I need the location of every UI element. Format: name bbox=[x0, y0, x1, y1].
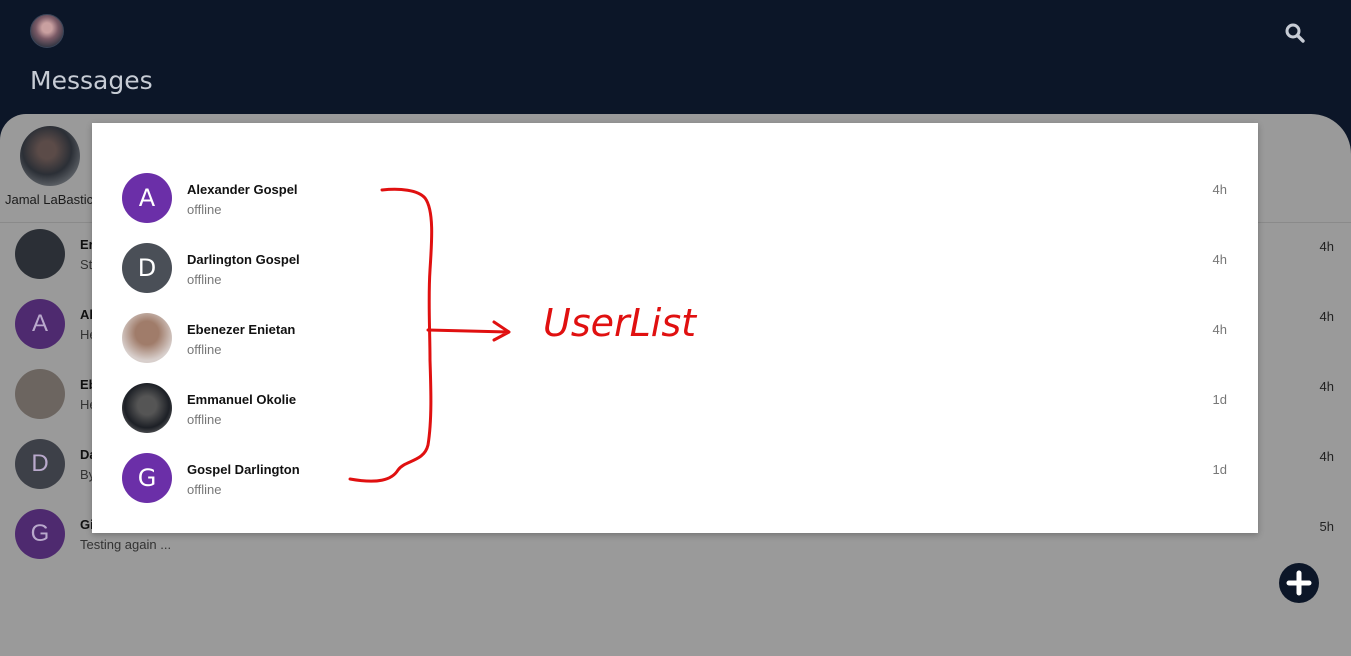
conversation-avatar: A bbox=[15, 299, 65, 349]
user-time: 1d bbox=[1212, 462, 1227, 477]
app-header: Messages bbox=[0, 0, 1351, 130]
user-list-item[interactable]: A Alexander Gospel offline 4h bbox=[92, 173, 1258, 243]
profile-avatar[interactable] bbox=[30, 14, 64, 48]
user-status: offline bbox=[187, 482, 222, 497]
user-status: offline bbox=[187, 272, 222, 287]
user-name: Ebenezer Enietan bbox=[187, 322, 296, 337]
conversation-preview: Testing again ... bbox=[80, 537, 172, 552]
user-list-item[interactable]: Emmanuel Okolie offline 1d bbox=[92, 383, 1258, 453]
conversation-avatar: G bbox=[15, 509, 65, 559]
conversation-time: 4h bbox=[1319, 379, 1334, 394]
conversation-avatar bbox=[15, 369, 65, 419]
story-name: Jamal LaBastic bbox=[5, 192, 94, 207]
user-status: offline bbox=[187, 342, 222, 357]
conversation-avatar: D bbox=[15, 439, 65, 489]
conversation-time: 4h bbox=[1319, 309, 1334, 324]
conversation-time: 5h bbox=[1319, 519, 1334, 534]
story-item[interactable]: Jamal LaBastic bbox=[0, 126, 100, 207]
user-list-item[interactable]: G Gospel Darlington offline 1d bbox=[92, 453, 1258, 523]
story-avatar bbox=[20, 126, 80, 186]
user-name: Alexander Gospel bbox=[187, 182, 298, 197]
user-avatar bbox=[122, 383, 172, 433]
user-time: 1d bbox=[1212, 392, 1227, 407]
user-name: Darlington Gospel bbox=[187, 252, 300, 267]
user-avatar: G bbox=[122, 453, 172, 503]
conversation-time: 4h bbox=[1319, 449, 1334, 464]
page-title: Messages bbox=[30, 66, 153, 95]
user-status: offline bbox=[187, 202, 222, 217]
user-avatar: D bbox=[122, 243, 172, 293]
conversation-preview: St bbox=[80, 257, 93, 272]
user-name: Emmanuel Okolie bbox=[187, 392, 297, 407]
conversation-time: 4h bbox=[1319, 239, 1334, 254]
user-time: 4h bbox=[1212, 252, 1227, 267]
user-time: 4h bbox=[1212, 182, 1227, 197]
user-list-item[interactable]: D Darlington Gospel offline 4h bbox=[92, 243, 1258, 313]
user-avatar bbox=[122, 313, 172, 363]
user-avatar: A bbox=[122, 173, 172, 223]
conversation-avatar bbox=[15, 229, 65, 279]
user-status: offline bbox=[187, 412, 222, 427]
search-icon[interactable] bbox=[1284, 22, 1306, 44]
user-list-item[interactable]: Ebenezer Enietan offline 4h bbox=[92, 313, 1258, 383]
new-message-button[interactable] bbox=[1279, 563, 1319, 603]
plus-icon bbox=[1286, 570, 1312, 596]
user-name: Gospel Darlington bbox=[187, 462, 300, 477]
user-time: 4h bbox=[1212, 322, 1227, 337]
user-list-modal: A Alexander Gospel offline 4h D Darlingt… bbox=[92, 123, 1258, 533]
